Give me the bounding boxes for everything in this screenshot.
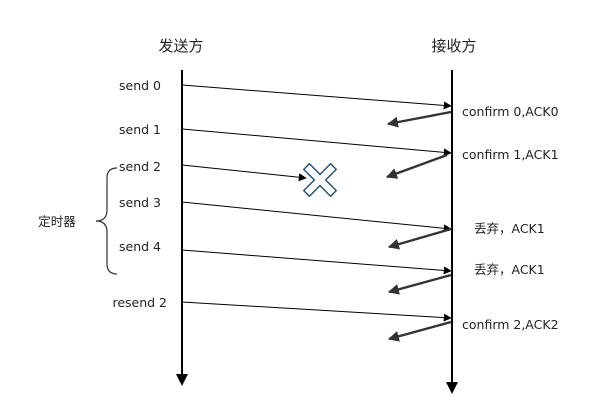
cross-icon	[302, 162, 338, 198]
resend-2-label: resend 2	[112, 295, 167, 310]
frame-3-arrow	[181, 201, 452, 233]
receiver-timeline-arrowhead	[446, 382, 458, 394]
frame-1-arrow	[181, 128, 452, 157]
ack-0-arrow	[386, 110, 452, 128]
frame-4-arrow	[181, 249, 452, 275]
send-4-label: send 4	[119, 239, 161, 254]
send-2-label: send 2	[119, 159, 161, 174]
confirm-0-label: confirm 0,ACK0	[462, 104, 559, 119]
discard-ack1-label-b: 丢弃，ACK1	[474, 262, 545, 277]
frame-2-resend-arrow	[181, 301, 452, 322]
ack-1-dup-arrow-b	[387, 273, 452, 295]
frame-0-arrow	[181, 84, 452, 110]
confirm-1-label: confirm 1,ACK1	[462, 147, 559, 162]
ack-2-arrow	[387, 320, 452, 342]
ack-1-arrow	[385, 153, 448, 179]
frame-2-lost-arrow	[181, 164, 307, 182]
discard-ack1-label-a: 丢弃，ACK1	[474, 221, 545, 236]
receiver-title: 接收方	[431, 37, 476, 55]
send-3-label: send 3	[119, 195, 161, 210]
sender-timeline-arrowhead	[176, 374, 188, 386]
diagram-canvas: 发送方 接收方 send 0 send 1 send 2 send 3 send…	[38, 37, 559, 394]
send-1-label: send 1	[119, 122, 161, 137]
send-0-label: send 0	[119, 78, 161, 93]
confirm-2-label: confirm 2,ACK2	[462, 317, 559, 332]
sliding-window-diagram: 发送方 接收方 send 0 send 1 send 2 send 3 send…	[0, 0, 593, 414]
sender-title: 发送方	[158, 37, 203, 55]
ack-1-dup-arrow-a	[387, 227, 452, 250]
timer-brace	[95, 167, 118, 275]
timer-label: 定时器	[38, 214, 76, 229]
